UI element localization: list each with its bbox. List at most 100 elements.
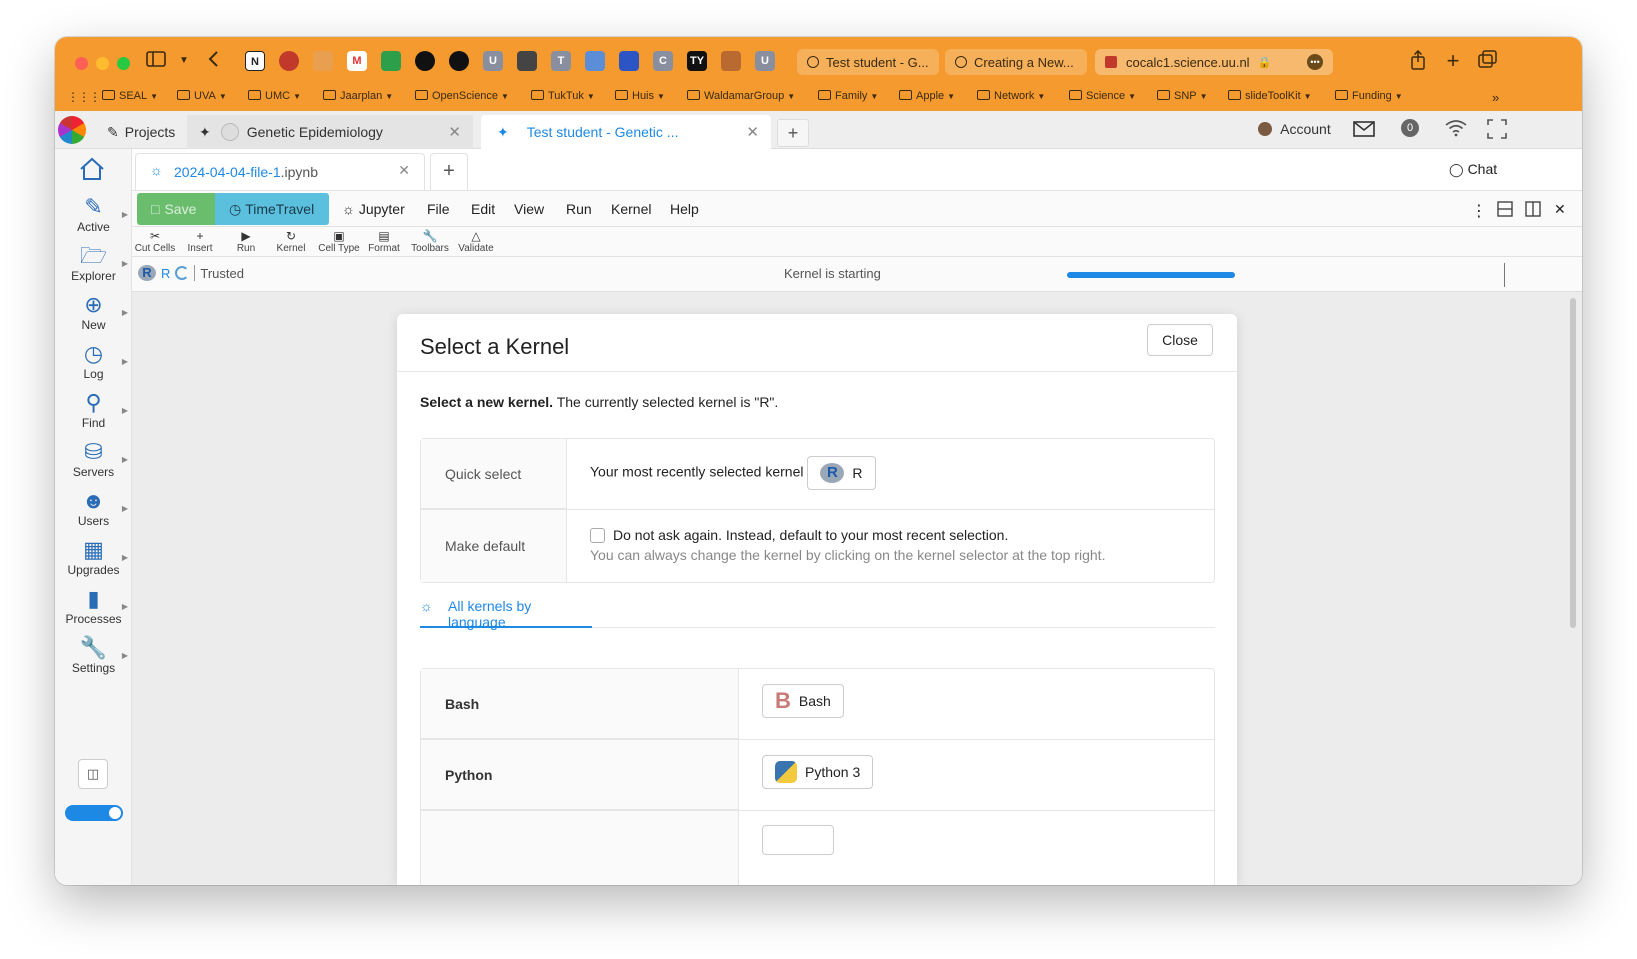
favicon-u-2[interactable]: U <box>755 51 775 71</box>
new-tab-plus-icon[interactable]: + <box>1442 50 1464 72</box>
chat-button[interactable]: ◯ Chat <box>1449 161 1497 178</box>
close-window-button[interactable] <box>75 57 88 70</box>
favicon-gmail[interactable]: M <box>347 51 367 71</box>
more-icon[interactable]: ••• <box>1307 54 1323 70</box>
bookmark-folder[interactable]: Huis ▼ <box>615 90 665 102</box>
favicon-t[interactable]: T <box>551 51 571 71</box>
bookmark-folder[interactable]: WaldamarGroup ▼ <box>687 90 795 102</box>
sidebar-item-find[interactable]: ⚲ Find ▶ <box>55 390 132 430</box>
validate-button[interactable]: △ Validate <box>454 229 498 254</box>
close-icon[interactable]: ✕ <box>746 123 759 141</box>
share-icon[interactable] <box>1407 49 1429 72</box>
favicon-c[interactable]: C <box>653 51 673 71</box>
sidebar-item-settings[interactable]: 🔧 Settings ▶ <box>55 635 132 675</box>
close-icon[interactable]: ✕ <box>448 123 461 141</box>
bookmark-folder[interactable]: Apple ▼ <box>899 90 955 102</box>
sidebar-item-log[interactable]: ◷ Log ▶ <box>55 341 132 381</box>
project-tab-test-student[interactable]: ✦ Test student - Genetic ... ✕ <box>481 115 771 149</box>
close-icon[interactable]: ✕ <box>1554 201 1566 218</box>
jupyter-menu[interactable]: ☼ Jupyter <box>342 201 405 217</box>
cell-type-button[interactable]: ▣ Cell Type <box>314 229 364 254</box>
browser-tab-2[interactable]: Creating a New... <box>945 49 1087 75</box>
sidebar-toggle-switch[interactable] <box>65 805 123 821</box>
menu-run[interactable]: Run <box>566 201 592 217</box>
cocalc-logo-icon[interactable] <box>58 116 86 144</box>
bookmark-folder[interactable]: UVA ▼ <box>177 90 227 102</box>
projects-button[interactable]: ✎ Projects <box>95 115 187 149</box>
favicon-drive-icon[interactable] <box>381 51 401 71</box>
sidebar-item-active[interactable]: ✎ Active ▶ <box>55 194 132 234</box>
make-default-checkbox[interactable] <box>590 528 605 543</box>
bookmark-folder[interactable]: Funding ▼ <box>1335 90 1403 102</box>
split-horizontal-icon[interactable] <box>1497 201 1513 220</box>
bookmark-folder[interactable]: TukTuk ▼ <box>531 90 595 102</box>
sidebar-item-processes[interactable]: ▮ Processes ▶ <box>55 586 132 626</box>
bookmark-folder[interactable]: slideToolKit ▼ <box>1228 90 1312 102</box>
bookmark-folder[interactable]: Family ▼ <box>818 90 878 102</box>
grid-apps-icon[interactable]: ⋮⋮⋮ <box>67 90 101 104</box>
project-tab-genetic-epidemiology[interactable]: ✦ Genetic Epidemiology ✕ <box>187 115 473 149</box>
file-tab[interactable]: ☼ 2024-04-04-file-1.ipynb ✕ <box>135 153 425 191</box>
kernel-button[interactable]: ↻ Kernel <box>270 229 312 254</box>
split-vertical-icon[interactable] <box>1525 201 1541 220</box>
python-kernel-button[interactable]: Python 3 <box>762 755 874 789</box>
format-button[interactable]: ▤ Format <box>364 229 404 254</box>
browser-tab-1[interactable]: Test student - G... <box>797 49 939 75</box>
timetravel-button[interactable]: ◷ TimeTravel <box>215 193 329 225</box>
favicon-notion[interactable]: N <box>245 51 265 71</box>
bookmark-folder[interactable]: Science ▼ <box>1069 90 1136 102</box>
cut-cells-button[interactable]: ✂ Cut Cells <box>132 229 178 254</box>
bookmark-folder[interactable]: Jaarplan ▼ <box>323 90 393 102</box>
toolbars-button[interactable]: 🔧 Toolbars <box>408 229 452 254</box>
favicon-blue-icon[interactable] <box>585 51 605 71</box>
bookmark-folder[interactable]: UMC ▼ <box>248 90 301 102</box>
quick-select-kernel-button[interactable]: R R <box>807 456 876 490</box>
sidebar-item-new[interactable]: ⊕ New ▶ <box>55 292 132 332</box>
favicon-github-icon-2[interactable] <box>449 51 469 71</box>
minimize-window-button[interactable] <box>96 57 109 70</box>
sidebar-item-explorer[interactable]: 🗁 Explorer ▶ <box>55 243 132 283</box>
chevron-down-icon[interactable]: ▼ <box>173 50 195 72</box>
bookmark-folder[interactable]: SEAL ▼ <box>102 90 158 102</box>
favicon-red-icon[interactable] <box>279 51 299 71</box>
kernel-button-partial[interactable] <box>762 825 834 855</box>
more-bookmarks-icon[interactable]: » <box>1492 90 1499 105</box>
zoom-window-button[interactable] <box>117 57 130 70</box>
close-icon[interactable]: ✕ <box>398 162 410 179</box>
sidebar-toggle-icon[interactable] <box>145 50 167 72</box>
kernel-indicator[interactable]: R R Trusted <box>138 265 244 281</box>
notification-badge[interactable]: 0 <box>1401 119 1419 137</box>
scrollbar[interactable] <box>1570 298 1576 628</box>
browser-tab-active[interactable]: cocalc1.science.uu.nl 🔒 ••• <box>1095 49 1333 75</box>
favicon-animal-icon[interactable] <box>721 51 741 71</box>
run-button[interactable]: ▶ Run <box>228 229 264 254</box>
bookmark-folder[interactable]: OpenScience ▼ <box>415 90 509 102</box>
save-button[interactable]: □ Save <box>137 193 215 225</box>
favicon-u[interactable]: U <box>483 51 503 71</box>
bookmark-folder[interactable]: SNP ▼ <box>1157 90 1208 102</box>
bash-kernel-button[interactable]: B Bash <box>762 684 844 718</box>
sidebar-item-upgrades[interactable]: ▦ Upgrades ▶ <box>55 537 132 577</box>
new-file-tab-button[interactable]: + <box>430 153 468 191</box>
menu-help[interactable]: Help <box>670 201 699 217</box>
sidebar-item-servers[interactable]: ⛁ Servers ▶ <box>55 439 132 479</box>
menu-kernel[interactable]: Kernel <box>611 201 651 217</box>
mail-icon[interactable] <box>1353 121 1375 142</box>
layout-panel-icon[interactable]: ◫ <box>78 759 108 789</box>
sidebar-item-users[interactable]: ☻ Users ▶ <box>55 488 132 528</box>
favicon-orange-icon[interactable] <box>313 51 333 71</box>
tab-all-kernels[interactable]: ☼ All kernels by language <box>420 594 592 630</box>
menu-edit[interactable]: Edit <box>471 201 495 217</box>
favicon-dark-icon[interactable] <box>517 51 537 71</box>
tab-overview-icon[interactable] <box>1477 50 1499 72</box>
favicon-github-icon[interactable] <box>415 51 435 71</box>
bookmark-folder[interactable]: Network ▼ <box>977 90 1045 102</box>
favicon-pen-icon[interactable] <box>619 51 639 71</box>
add-project-tab-button[interactable]: + <box>777 119 809 147</box>
insert-button[interactable]: + Insert <box>180 229 220 254</box>
fullscreen-icon[interactable] <box>1487 119 1507 144</box>
favicon-ty[interactable]: TY <box>687 51 707 71</box>
menu-file[interactable]: File <box>427 201 450 217</box>
close-button[interactable]: Close <box>1147 324 1213 356</box>
back-arrow-icon[interactable] <box>203 50 225 72</box>
